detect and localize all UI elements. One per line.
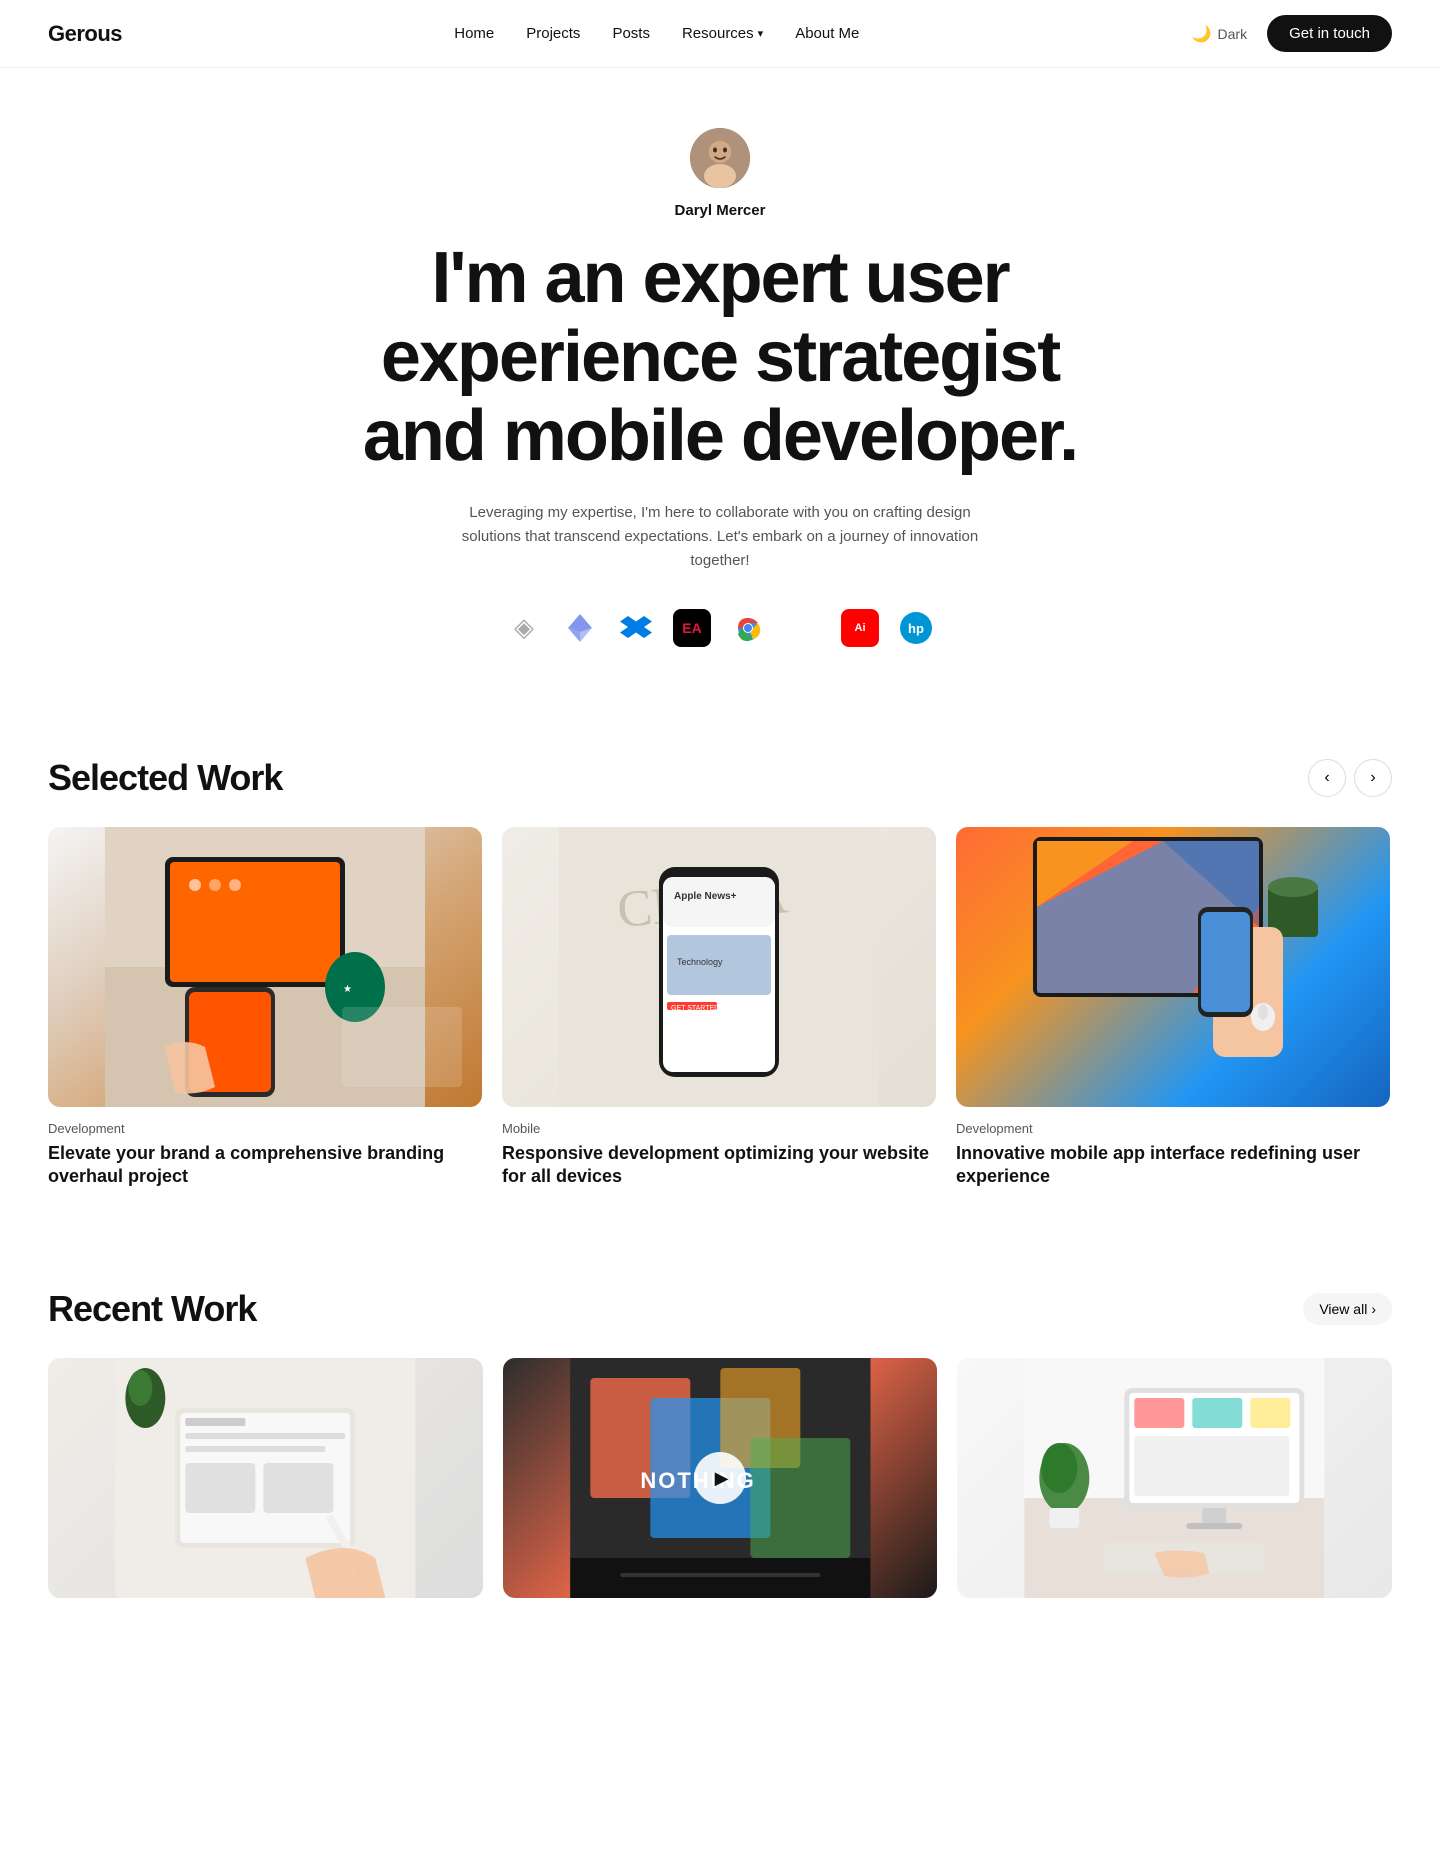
selected-work-title: Selected Work	[48, 757, 282, 799]
selected-work-section: Selected Work ‹ ›	[0, 697, 1440, 1249]
navbar: Gerous Home Projects Posts Resources ▾ A…	[0, 0, 1440, 68]
svg-text:hp: hp	[908, 621, 924, 636]
svg-text:Apple News+: Apple News+	[674, 891, 737, 902]
selected-work-header: Selected Work ‹ ›	[48, 757, 1392, 799]
recent-card-3[interactable]	[957, 1358, 1392, 1598]
abstract-icon: ◈	[505, 609, 543, 647]
hero-title: I'm an expert user experience strategist…	[330, 239, 1110, 477]
dark-mode-toggle[interactable]: 🌙 Dark	[1192, 24, 1247, 44]
play-icon: ▶	[715, 1468, 729, 1489]
work-card-3[interactable]: Development Innovative mobile app interf…	[956, 827, 1390, 1189]
work-card-category-1: Development	[48, 1121, 482, 1136]
work-card-title-1: Elevate your brand a comprehensive brand…	[48, 1142, 482, 1189]
svg-text:★: ★	[343, 984, 352, 995]
carousel-prev-button[interactable]: ‹	[1308, 759, 1346, 797]
video-play-button[interactable]: ▶	[694, 1452, 746, 1504]
svg-text:Technology: Technology	[677, 957, 723, 967]
nav-home[interactable]: Home	[454, 25, 494, 42]
sketch-svg	[48, 1358, 483, 1598]
work-card-image-2: CEREA Apple News+ Technology GET STARTED	[502, 827, 936, 1107]
chevron-down-icon: ▾	[758, 27, 764, 40]
svg-text:GET STARTED: GET STARTED	[671, 1005, 719, 1012]
ethereum-icon	[561, 609, 599, 647]
logo[interactable]: Gerous	[48, 21, 122, 47]
recent-work-title: Recent Work	[48, 1288, 256, 1330]
tablet-desk-svg	[957, 1358, 1392, 1598]
recent-grid: NOTHING ▶	[48, 1358, 1392, 1598]
brand-logos: ◈ EA Ai	[505, 609, 935, 647]
work-card-category-3: Development	[956, 1121, 1390, 1136]
recent-card-2[interactable]: NOTHING ▶	[503, 1358, 938, 1598]
avatar-image	[690, 128, 750, 188]
recent-card-1[interactable]	[48, 1358, 483, 1598]
view-all-button[interactable]: View all ›	[1303, 1293, 1392, 1325]
apple-icon	[785, 609, 823, 647]
cereal-mockup-svg: CEREA Apple News+ Technology GET STARTED	[502, 827, 936, 1107]
moon-icon: 🌙	[1192, 24, 1212, 44]
chrome-icon	[729, 609, 767, 647]
nav-about[interactable]: About Me	[795, 25, 859, 42]
adobe-icon: Ai	[841, 609, 879, 647]
nav-links: Home Projects Posts Resources ▾ About Me	[454, 25, 859, 42]
avatar	[690, 128, 750, 188]
hp-icon: hp	[897, 609, 935, 647]
ipad-mockup-svg: ★	[48, 827, 482, 1107]
hero-section: Daryl Mercer I'm an expert user experien…	[0, 68, 1440, 697]
recent-work-section: Recent Work View all ›	[0, 1248, 1440, 1658]
carousel-nav: ‹ ›	[1308, 759, 1392, 797]
work-card-2[interactable]: CEREA Apple News+ Technology GET STARTED…	[502, 827, 936, 1189]
work-card-image-3	[956, 827, 1390, 1107]
work-card-category-2: Mobile	[502, 1121, 936, 1136]
nav-resources-dropdown[interactable]: Resources ▾	[682, 25, 763, 42]
nav-right: 🌙 Dark Get in touch	[1192, 15, 1392, 52]
get-in-touch-button[interactable]: Get in touch	[1267, 15, 1392, 52]
avatar-svg	[690, 128, 750, 188]
hero-subtitle: Leveraging my expertise, I'm here to col…	[460, 501, 980, 573]
work-card-title-2: Responsive development optimizing your w…	[502, 1142, 936, 1189]
ea-icon: EA	[673, 609, 711, 647]
work-card-1[interactable]: ★ Development Elevate your brand a compr…	[48, 827, 482, 1189]
recent-work-header: Recent Work View all ›	[48, 1288, 1392, 1330]
work-card-title-3: Innovative mobile app interface redefini…	[956, 1142, 1390, 1189]
nav-projects[interactable]: Projects	[526, 25, 580, 42]
dropbox-icon	[617, 609, 655, 647]
carousel-next-button[interactable]: ›	[1354, 759, 1392, 797]
hero-author-name: Daryl Mercer	[675, 202, 766, 219]
mobile-dev-svg	[956, 827, 1390, 1107]
work-card-image-1: ★	[48, 827, 482, 1107]
work-carousel: ★ Development Elevate your brand a compr…	[48, 827, 1392, 1189]
chevron-right-icon: ›	[1371, 1301, 1376, 1317]
nav-posts[interactable]: Posts	[612, 25, 650, 42]
